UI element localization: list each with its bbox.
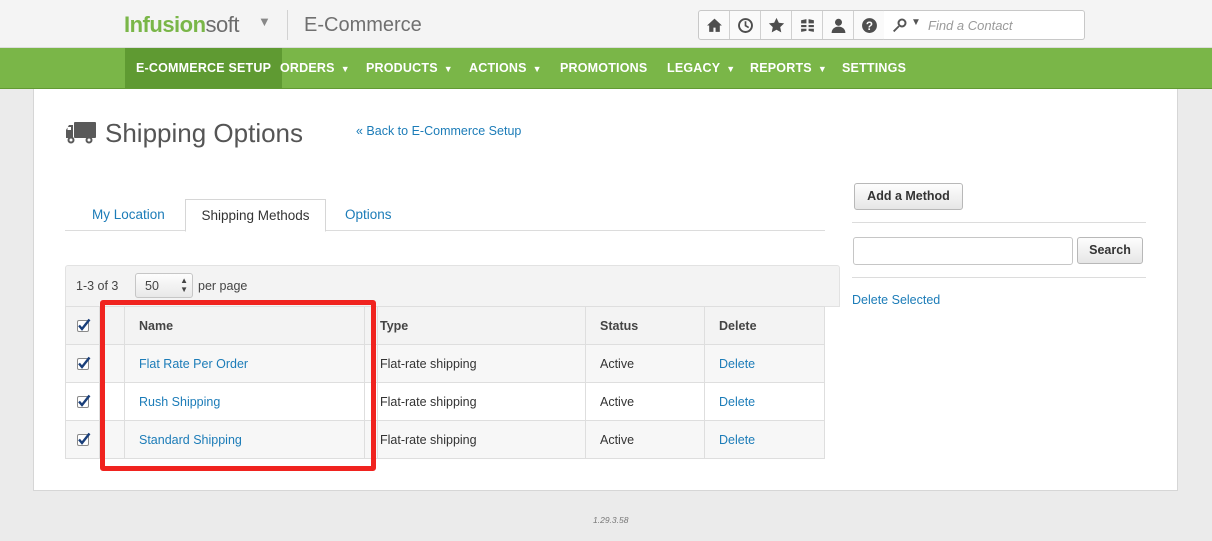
nav-item-ecommerce-setup[interactable]: E-COMMERCE SETUP	[125, 48, 283, 89]
select-arrows-icon: ▲ ▼	[180, 276, 188, 294]
header-spacer	[364, 306, 378, 345]
select-all-checkbox[interactable]	[76, 318, 90, 333]
status-cell: Active	[585, 382, 705, 421]
delete-cell: Delete	[704, 344, 825, 383]
contact-search-placeholder: Find a Contact	[928, 18, 1013, 33]
row-spacer	[364, 382, 378, 421]
result-count: 1-3 of 3	[76, 279, 119, 293]
column-header-type[interactable]: Type	[377, 306, 586, 345]
tab-options[interactable]: Options	[345, 207, 392, 222]
nav-item-actions[interactable]: ACTIONS ▼	[469, 48, 542, 89]
shipping-method-link[interactable]: Rush Shipping	[139, 395, 220, 409]
nav-item-legacy[interactable]: LEGACY ▼	[667, 48, 735, 89]
search-icon	[892, 17, 908, 33]
status-cell: Active	[585, 344, 705, 383]
tab-my-location[interactable]: My Location	[92, 207, 165, 222]
shipping-method-link[interactable]: Standard Shipping	[139, 433, 242, 447]
help-icon[interactable]: ?	[854, 11, 885, 39]
nav-item-orders[interactable]: ORDERS ▼	[280, 48, 350, 89]
delete-link[interactable]: Delete	[719, 357, 755, 371]
svg-text:?: ?	[866, 19, 873, 32]
chevron-down-icon: ▼	[532, 64, 542, 74]
tab-shipping-methods[interactable]: Shipping Methods	[185, 199, 326, 232]
shipping-methods-table: Name Type Status Delete Flat Rate Per Or…	[65, 306, 825, 459]
delete-selected-link[interactable]: Delete Selected	[852, 293, 940, 307]
row-spacer	[364, 420, 378, 459]
row-select-cell	[65, 344, 100, 383]
nav-item-promotions[interactable]: PROMOTIONS	[560, 48, 647, 89]
per-page-value: 50	[145, 279, 159, 293]
contacts-icon[interactable]	[823, 11, 854, 39]
table-row: Rush Shipping Flat-rate shipping Active …	[65, 382, 825, 421]
version-number: 1.29.3.58	[593, 515, 629, 525]
history-icon[interactable]	[730, 11, 761, 39]
app-title: E-Commerce	[304, 14, 422, 36]
delete-cell: Delete	[704, 420, 825, 459]
truck-icon	[65, 120, 97, 146]
page-title: Shipping Options	[105, 118, 304, 148]
column-header-status[interactable]: Status	[585, 306, 705, 345]
header-divider	[287, 10, 288, 40]
per-page-select[interactable]: 50 ▲ ▼	[135, 273, 193, 298]
type-cell: Flat-rate shipping	[377, 382, 586, 421]
delete-cell: Delete	[704, 382, 825, 421]
row-checkbox[interactable]	[76, 394, 90, 409]
infusionsoft-logo[interactable]: Infusionsoft	[124, 12, 240, 38]
row-checkbox[interactable]	[76, 432, 90, 447]
type-cell: Flat-rate shipping	[377, 344, 586, 383]
name-cell: Standard Shipping	[124, 420, 365, 459]
table-row: Standard Shipping Flat-rate shipping Act…	[65, 420, 825, 459]
star-icon[interactable]	[761, 11, 792, 39]
tabs-divider	[65, 230, 825, 231]
hashtag-icon[interactable]	[792, 11, 823, 39]
main-nav: E-COMMERCE SETUP ORDERS ▼ PRODUCTS ▼ ACTIO…	[0, 48, 1212, 89]
sidebar-divider	[852, 222, 1146, 223]
back-to-ecommerce-setup-link[interactable]: « Back to E-Commerce Setup	[356, 124, 521, 138]
nav-item-products[interactable]: PRODUCTS ▼	[366, 48, 453, 89]
status-cell: Active	[585, 420, 705, 459]
search-button[interactable]: Search	[1077, 237, 1143, 264]
name-cell: Rush Shipping	[124, 382, 365, 421]
table-header-row: Name Type Status Delete	[65, 306, 825, 345]
add-method-button[interactable]: Add a Method	[854, 183, 963, 210]
top-header: Infusionsoft ▼ E-Commerce ? ▼ Find a Con…	[0, 0, 1212, 48]
name-cell: Flat Rate Per Order	[124, 344, 365, 383]
delete-link[interactable]: Delete	[719, 395, 755, 409]
row-select-cell	[65, 382, 100, 421]
type-cell: Flat-rate shipping	[377, 420, 586, 459]
app-switcher-chevron-down-icon[interactable]: ▼	[258, 14, 271, 29]
table-row: Flat Rate Per Order Flat-rate shipping A…	[65, 344, 825, 383]
row-spacer	[99, 420, 125, 459]
search-input[interactable]	[853, 237, 1073, 265]
quick-icon-bar: ?	[698, 10, 886, 40]
row-spacer	[364, 344, 378, 383]
nav-item-reports[interactable]: REPORTS ▼	[750, 48, 827, 89]
header-spacer	[99, 306, 125, 345]
chevron-down-icon: ▼	[726, 64, 736, 74]
contact-search-box[interactable]: ▼ Find a Contact	[884, 10, 1085, 40]
pagination-bar: 1-3 of 3 50 ▲ ▼ per page	[65, 265, 840, 307]
row-select-cell	[65, 420, 100, 459]
sidebar-divider	[852, 277, 1146, 278]
row-spacer	[99, 344, 125, 383]
delete-link[interactable]: Delete	[719, 433, 755, 447]
home-icon[interactable]	[699, 11, 730, 39]
column-header-delete: Delete	[704, 306, 825, 345]
chevron-down-icon: ▼	[443, 64, 453, 74]
search-type-chevron-down-icon[interactable]: ▼	[911, 17, 921, 28]
row-checkbox[interactable]	[76, 356, 90, 371]
per-page-label: per page	[198, 279, 248, 293]
row-spacer	[99, 382, 125, 421]
select-all-cell	[65, 306, 100, 345]
nav-item-settings[interactable]: SETTINGS	[842, 48, 906, 89]
chevron-down-icon: ▼	[817, 64, 827, 74]
column-header-name[interactable]: Name	[124, 306, 365, 345]
shipping-method-link[interactable]: Flat Rate Per Order	[139, 357, 248, 371]
chevron-down-icon: ▼	[340, 64, 350, 74]
